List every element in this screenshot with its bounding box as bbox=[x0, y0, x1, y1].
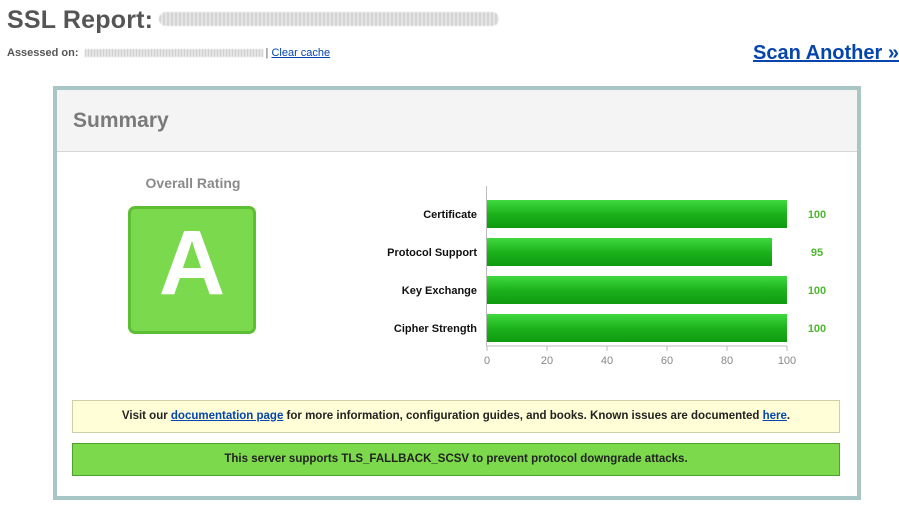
title-label: SSL Report: bbox=[7, 6, 154, 34]
chart-bar bbox=[487, 314, 787, 342]
chart-category-label: Certificate bbox=[423, 209, 477, 221]
chart-bar bbox=[487, 200, 787, 228]
chart-x-tick-label: 20 bbox=[541, 355, 553, 367]
documentation-page-link[interactable]: documentation page bbox=[171, 410, 283, 422]
assessed-label: Assessed on: bbox=[7, 47, 79, 59]
chart-value-label: 95 bbox=[811, 247, 823, 259]
rating-chart-svg: Certificate 100 Protocol Support 95 Key Exch… bbox=[387, 186, 826, 367]
chart-x-tick-label: 100 bbox=[778, 355, 796, 367]
chart-x-tick-label: 40 bbox=[601, 355, 613, 367]
assessed-separator: | bbox=[265, 47, 269, 59]
redacted-assessment-date bbox=[84, 49, 263, 58]
summary-panel: Summary Overall Rating A Certificate 100 P… bbox=[53, 86, 861, 500]
chart-bar bbox=[487, 238, 772, 266]
chart-value-label: 100 bbox=[808, 285, 826, 297]
clear-cache-link[interactable]: Clear cache bbox=[271, 47, 330, 59]
grade-badge: A bbox=[128, 206, 256, 334]
grade-letter: A bbox=[158, 212, 226, 314]
known-issues-link[interactable]: here bbox=[763, 410, 787, 422]
chart-category-label: Key Exchange bbox=[402, 285, 477, 297]
chart-x-tick-label: 60 bbox=[661, 355, 673, 367]
chart-value-label: 100 bbox=[808, 209, 826, 221]
overall-rating-label: Overall Rating bbox=[145, 175, 241, 191]
notice-text-post: . bbox=[786, 410, 791, 422]
summary-header: Summary bbox=[57, 90, 857, 152]
page-title: SSL Report: bbox=[7, 6, 500, 35]
notice-text-mid: for more information, configuration guid… bbox=[283, 410, 763, 422]
chart-category-label: Protocol Support bbox=[387, 247, 477, 259]
fallback-scsv-notice: This server supports TLS_FALLBACK_SCSV t… bbox=[72, 443, 840, 476]
assessed-line: Assessed on: | Clear cache bbox=[7, 47, 330, 59]
chart-x-tick-label: 80 bbox=[721, 355, 733, 367]
rating-chart: Certificate 100 Protocol Support 95 Key Exch… bbox=[307, 186, 826, 370]
notice-text-pre: Visit our bbox=[121, 410, 171, 422]
chart-value-label: 100 bbox=[808, 323, 826, 335]
chart-x-tick-label: 0 bbox=[484, 355, 490, 367]
scan-another-link[interactable]: Scan Another » bbox=[753, 42, 899, 65]
summary-heading: Summary bbox=[73, 109, 169, 132]
chart-category-label: Cipher Strength bbox=[394, 323, 477, 335]
chart-bar bbox=[487, 276, 787, 304]
redacted-hostname bbox=[159, 12, 500, 27]
documentation-notice: Visit our documentation page for more in… bbox=[72, 400, 840, 433]
